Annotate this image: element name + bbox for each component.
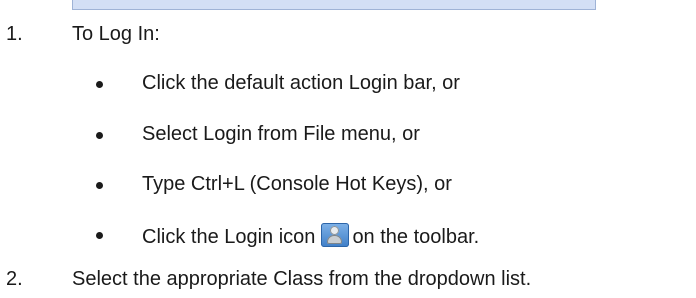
- bullet-icon: [96, 182, 103, 189]
- list-item-text: Select Login from File menu, or: [142, 123, 420, 145]
- list-item-text-before-icon: Click the Login icon: [142, 226, 316, 248]
- step-number: 1.: [6, 23, 23, 45]
- step-text: To Log In:: [72, 23, 160, 45]
- bullet-icon: [96, 232, 103, 239]
- login-icon: [321, 223, 350, 247]
- list-item-text: Click the Login icon on the toolbar.: [142, 223, 479, 249]
- bullet-icon: [96, 81, 103, 88]
- list-item-text: Click the default action Login bar, or: [142, 72, 460, 94]
- header-bar-fragment: [72, 0, 596, 10]
- list-item-text: Type Ctrl+L (Console Hot Keys), or: [142, 173, 452, 195]
- step-number: 2.: [6, 268, 23, 290]
- step-text: Select the appropriate Class from the dr…: [72, 268, 532, 290]
- list-item-text-after-icon: on the toolbar.: [352, 226, 480, 248]
- bullet-icon: [96, 132, 103, 139]
